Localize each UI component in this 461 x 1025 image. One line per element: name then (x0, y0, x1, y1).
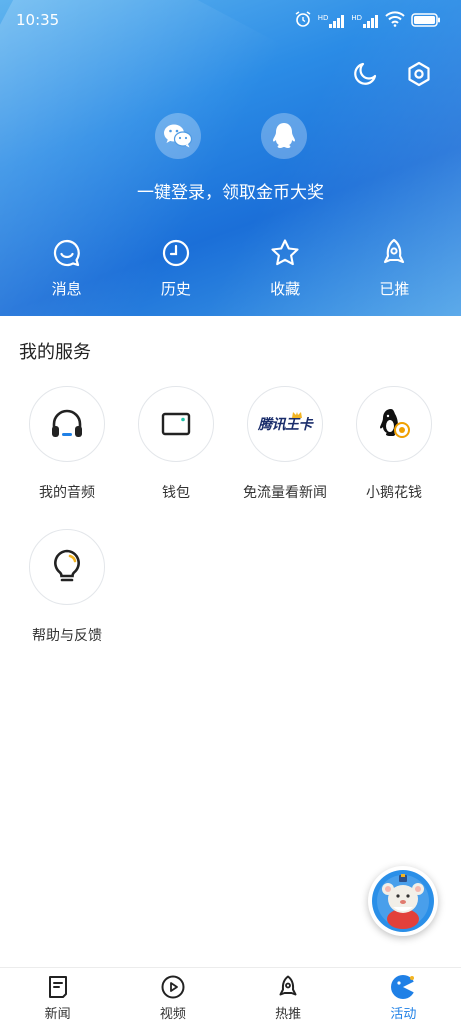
quick-item-label: 已推 (379, 280, 410, 298)
news-icon (45, 974, 71, 1000)
quick-actions: 消息 历史 收藏 已推 (0, 238, 461, 299)
play-icon (160, 974, 186, 1000)
header-actions (351, 60, 433, 88)
service-label: 帮助与反馈 (32, 628, 102, 644)
moon-icon (354, 62, 377, 85)
nav-label: 活动 (390, 1007, 417, 1022)
nav-item-news[interactable]: 新闻 (18, 968, 98, 1025)
quick-item-history[interactable]: 历史 (140, 238, 212, 299)
alarm-icon (294, 10, 312, 32)
smile-chat-icon (52, 238, 82, 268)
crown-icon (292, 412, 302, 418)
lightbulb-icon (54, 549, 80, 582)
night-mode-button[interactable] (351, 60, 379, 88)
nav-item-video[interactable]: 视频 (133, 968, 213, 1025)
qq-login-button[interactable] (260, 113, 307, 159)
quick-item-messages[interactable]: 消息 (31, 238, 103, 299)
nav-item-activity[interactable]: 活动 (363, 968, 443, 1025)
floating-mascot-button[interactable] (368, 866, 438, 936)
network-type-label: HD (351, 14, 362, 22)
service-icon-ring: 腾讯王卡 (247, 386, 323, 462)
signal-icon: HD (318, 14, 346, 28)
services-title: 我的服务 (19, 342, 91, 363)
status-bar: 10:35 HD HD (0, 0, 461, 40)
signal-icon: HD (351, 14, 379, 28)
service-penguin-spend[interactable]: 小鹅花钱 (339, 386, 449, 502)
service-icon-ring (29, 529, 105, 605)
nav-label: 新闻 (44, 1007, 71, 1022)
star-icon (270, 238, 300, 268)
status-time: 10:35 (16, 11, 60, 29)
quick-item-label: 历史 (160, 280, 191, 298)
wechat-login-button[interactable] (154, 113, 201, 159)
service-wallet[interactable]: 钱包 (121, 386, 231, 502)
rocket-icon (275, 974, 301, 1000)
clock-icon (161, 238, 191, 268)
nav-label: 视频 (159, 1007, 186, 1022)
nav-item-hot[interactable]: 热推 (248, 968, 328, 1025)
service-audio[interactable]: 我的音频 (12, 386, 122, 502)
service-free-data-news[interactable]: 腾讯王卡 免流量看新闻 (230, 386, 340, 502)
penguin-coin-icon (380, 409, 410, 438)
wallet-icon (161, 412, 191, 436)
nav-label: 热推 (275, 1007, 302, 1022)
service-label: 免流量看新闻 (243, 485, 327, 501)
settings-button[interactable] (405, 60, 433, 88)
service-icon-ring (138, 386, 214, 462)
status-icons: HD HD (294, 10, 441, 32)
quick-item-label: 消息 (51, 280, 82, 298)
service-label: 钱包 (162, 485, 190, 501)
quick-item-pushed[interactable]: 已推 (358, 238, 430, 299)
login-prompt[interactable]: 一键登录，领取金币大奖 (0, 178, 461, 203)
service-help-feedback[interactable]: 帮助与反馈 (12, 529, 122, 645)
wifi-icon (385, 11, 405, 31)
bottom-navigation: 新闻 视频 热推 活动 (0, 967, 461, 1025)
service-label: 小鹅花钱 (366, 485, 422, 501)
service-icon-ring (356, 386, 432, 462)
tencent-wangka-logo: 腾讯王卡 (258, 417, 313, 433)
service-label: 我的音频 (39, 485, 95, 501)
battery-icon (411, 12, 441, 31)
service-icon-ring (29, 386, 105, 462)
network-type-label: HD (317, 14, 329, 22)
quick-item-favorites[interactable]: 收藏 (249, 238, 321, 299)
gear-icon (408, 61, 430, 87)
activity-icon (390, 974, 417, 1000)
wechat-icon (163, 124, 192, 148)
rocket-icon (379, 238, 409, 268)
mascot-avatar-icon (372, 870, 434, 932)
profile-header: 10:35 HD HD 一键登录，领取金币大奖 消息 历史 收藏 已推 (0, 0, 461, 316)
headphones-icon (52, 409, 82, 437)
login-options (0, 113, 461, 159)
qq-penguin-icon (272, 123, 295, 148)
quick-item-label: 收藏 (270, 280, 301, 298)
